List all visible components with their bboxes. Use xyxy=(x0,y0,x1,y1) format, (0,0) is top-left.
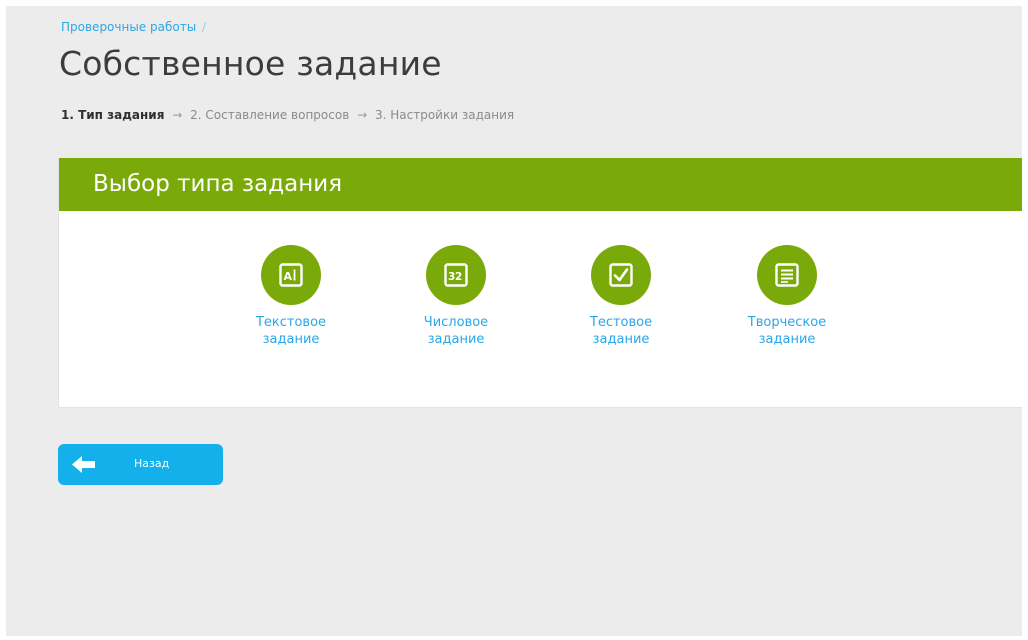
arrow-left-icon xyxy=(72,456,96,477)
creative-task-icon[interactable] xyxy=(757,245,817,305)
task-type-creative-line2: задание xyxy=(758,332,816,347)
step-2: 2. Составление вопросов xyxy=(190,108,350,122)
task-type-text-label[interactable]: Текстовое задание xyxy=(236,314,346,348)
task-type-creative-line1: Творческое xyxy=(747,315,827,330)
task-type-text[interactable]: A Текстовое задание xyxy=(236,245,346,348)
breadcrumb-link-tests[interactable]: Проверочные работы xyxy=(61,20,196,34)
back-button[interactable]: Назад xyxy=(58,444,223,485)
step-1: 1. Тип задания xyxy=(61,108,165,122)
svg-text:2: 2 xyxy=(455,271,462,283)
task-type-number-label[interactable]: Числовое задание xyxy=(401,314,511,348)
page: Проверочные работы / Собственное задание… xyxy=(6,6,1022,636)
task-type-creative[interactable]: Творческое задание xyxy=(732,245,842,348)
task-type-test-line2: задание xyxy=(592,332,650,347)
task-type-panel: Выбор типа задания A Текстовое задание 3… xyxy=(58,158,1022,408)
task-type-creative-label[interactable]: Творческое задание xyxy=(732,314,842,348)
text-task-icon[interactable]: A xyxy=(261,245,321,305)
step-3: 3. Настройки задания xyxy=(374,108,515,122)
task-type-text-line2: задание xyxy=(262,332,320,347)
page-title: Собственное задание xyxy=(59,44,442,83)
task-type-test-line1: Тестовое xyxy=(589,315,653,330)
task-type-test-label[interactable]: Тестовое задание xyxy=(566,314,676,348)
task-type-test[interactable]: Тестовое задание xyxy=(566,245,676,348)
breadcrumb: Проверочные работы / xyxy=(61,20,206,34)
task-type-number-line2: задание xyxy=(427,332,485,347)
back-button-label: Назад xyxy=(134,457,170,470)
task-type-number-line1: Числовое xyxy=(423,315,489,330)
number-task-icon[interactable]: 3 2 xyxy=(426,245,486,305)
step-arrow: → xyxy=(172,108,183,122)
svg-text:A: A xyxy=(284,270,293,283)
wizard-steps: 1. Тип задания → 2. Составление вопросов… xyxy=(61,108,514,122)
breadcrumb-separator: / xyxy=(202,20,207,34)
task-type-text-line1: Текстовое xyxy=(255,315,327,330)
task-type-number[interactable]: 3 2 Числовое задание xyxy=(401,245,511,348)
task-type-list: A Текстовое задание 3 2 Числовое задание… xyxy=(59,211,1022,407)
panel-title: Выбор типа задания xyxy=(59,158,1022,211)
step-arrow: → xyxy=(357,108,368,122)
test-task-icon[interactable] xyxy=(591,245,651,305)
